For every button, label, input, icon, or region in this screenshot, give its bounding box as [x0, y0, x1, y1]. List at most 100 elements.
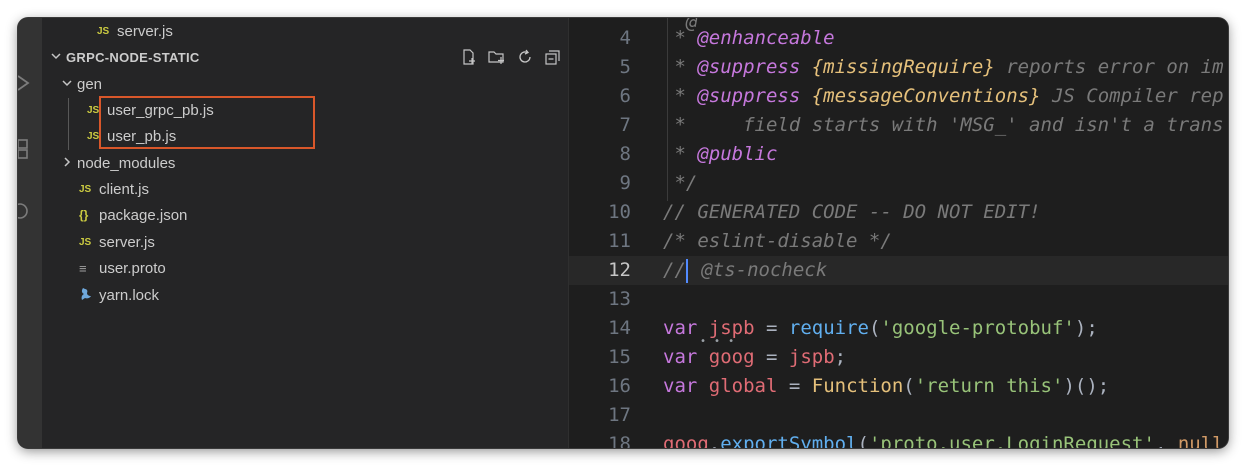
code-token: * [663, 85, 698, 107]
line-number: 10 [608, 201, 631, 223]
code-token: require [788, 317, 869, 339]
tree-item-package-json[interactable]: {} package.json [42, 202, 568, 228]
line-number: 14 [608, 317, 631, 339]
code-line[interactable]: 14 var jspb = require('google-protobuf'); [569, 314, 1228, 343]
line-number: 15 [608, 346, 631, 368]
code-line[interactable]: 11 /* eslint-disable */ [569, 227, 1228, 256]
code-text: /* eslint-disable */ [663, 227, 892, 256]
code-line[interactable]: 18 goog.exportSymbol('proto.user.LoginReq… [569, 430, 1228, 448]
code-line[interactable]: 13 [569, 285, 1228, 314]
code-token: @enhanceable [697, 27, 835, 49]
js-file-icon: JS [97, 25, 110, 37]
code-text: goog.exportSymbol('proto.user.LoginReque… [663, 430, 1224, 448]
code-token: /* eslint-disable */ [663, 230, 892, 252]
tree-item-server-js[interactable]: JS server.js [42, 229, 568, 255]
collapse-all-icon[interactable] [544, 48, 562, 66]
tree-item-label: server.js [117, 22, 173, 40]
code-token: )(); [1063, 375, 1110, 397]
code-token: goog [663, 433, 709, 448]
code-line[interactable]: 15 var goog = jspb; [569, 343, 1228, 372]
line-number: 4 [619, 27, 631, 49]
tree-item-user-proto[interactable]: ≡ user.proto [42, 255, 568, 281]
line-number: 16 [608, 375, 631, 397]
code-line[interactable]: 8 * @public [569, 140, 1228, 169]
tree-item-label: user_grpc_pb.js [107, 101, 214, 119]
header-actions [460, 44, 562, 70]
chevron-down-icon [48, 49, 64, 65]
explorer-sidebar: JS server.js GRPC-NODE-STATIC gen JS use… [42, 18, 568, 448]
run-debug-icon[interactable] [18, 70, 42, 96]
code-token: var [663, 375, 698, 397]
tree-item-label: user.proto [99, 259, 166, 277]
extensions-icon[interactable] [18, 136, 42, 162]
code-line[interactable]: 12 // @ts-nocheck [569, 256, 1228, 285]
tree-folder-gen[interactable]: gen [42, 71, 568, 97]
code-line[interactable]: 5 * @suppress {missingRequire} reports e… [569, 53, 1228, 82]
hint-dots: • • • [700, 336, 736, 347]
code-token: . [708, 433, 721, 448]
code-token: {missingRequire} [811, 56, 995, 78]
js-file-icon: JS [87, 130, 100, 142]
remote-icon[interactable] [18, 198, 42, 224]
code-line[interactable]: 9 */ [569, 169, 1228, 198]
json-file-icon: {} [79, 208, 89, 222]
chevron-right-icon [59, 155, 75, 171]
code-token: JS Compiler rep [1040, 85, 1224, 107]
tree-folder-node-modules[interactable]: node_modules [42, 150, 568, 176]
code-token: ( [903, 375, 915, 397]
line-number: 13 [608, 288, 631, 310]
chevron-down-icon [59, 76, 75, 92]
tree-item-client-js[interactable]: JS client.js [42, 176, 568, 202]
code-token: * [663, 56, 698, 78]
line-number: 11 [608, 230, 631, 252]
proto-file-icon: ≡ [79, 260, 87, 276]
code-line[interactable]: 16 var global = Function('return this')()… [569, 372, 1228, 401]
code-text: * @enhanceable [663, 24, 835, 53]
explorer-section-header[interactable]: GRPC-NODE-STATIC [42, 44, 568, 70]
vscode-window: JS server.js GRPC-NODE-STATIC gen JS use… [18, 18, 1228, 448]
code-token: ; [834, 346, 847, 368]
code-token: = [754, 346, 789, 368]
code-token: ( [868, 317, 881, 339]
code-token: */ [663, 172, 698, 194]
code-line[interactable]: 10 // GENERATED CODE -- DO NOT EDIT! [569, 198, 1228, 227]
code-token: var [663, 346, 698, 368]
line-number: 7 [619, 114, 631, 136]
refresh-icon[interactable] [516, 48, 534, 66]
section-title: GRPC-NODE-STATIC [66, 49, 200, 65]
js-file-icon: JS [79, 183, 92, 195]
tree-item-yarn-lock[interactable]: yarn.lock [42, 282, 568, 308]
tree-item-server-js-partial[interactable]: JS server.js [42, 18, 568, 44]
code-token: global [708, 375, 778, 397]
code-token: ( [857, 433, 869, 448]
tree-item-user-grpc-pb-js[interactable]: JS user_grpc_pb.js [42, 97, 568, 123]
code-token: = [754, 317, 789, 339]
tree-item-label: server.js [99, 233, 155, 251]
code-token: = [777, 375, 812, 397]
code-token: @ts-nocheck [689, 259, 828, 281]
new-file-icon[interactable] [460, 48, 478, 66]
code-token: @public [697, 143, 778, 165]
new-folder-icon[interactable] [488, 48, 506, 66]
tree-item-label: gen [77, 75, 103, 93]
tree-item-user-pb-js[interactable]: JS user_pb.js [42, 123, 568, 149]
code-token: 'google-protobuf' [880, 317, 1075, 339]
code-line[interactable]: 4 * @enhanceable [569, 24, 1228, 53]
line-number: 17 [608, 404, 631, 426]
js-file-icon: JS [79, 236, 92, 248]
code-token: 'return this' [914, 375, 1064, 397]
code-text: * field starts with 'MSG_' and isn't a t… [663, 111, 1223, 140]
code-token: var [663, 317, 698, 339]
code-token: 'proto.user.LoginRequest' [868, 433, 1155, 448]
code-line[interactable]: 17 [569, 401, 1228, 430]
code-editor[interactable]: @ 4 * @enhanceable 5 * @suppress {missing… [569, 18, 1228, 448]
code-token: Function [811, 375, 904, 397]
code-line[interactable]: 6 * @suppress {messageConventions} JS Co… [569, 82, 1228, 111]
line-number: 9 [619, 172, 631, 194]
tree-item-label: client.js [99, 180, 150, 198]
code-line[interactable]: 7 * field starts with 'MSG_' and isn't a… [569, 111, 1228, 140]
code-text: var global = Function('return this')(); [663, 372, 1109, 401]
js-file-icon: JS [87, 104, 100, 116]
code-token: {messageConventions} [811, 85, 1041, 107]
